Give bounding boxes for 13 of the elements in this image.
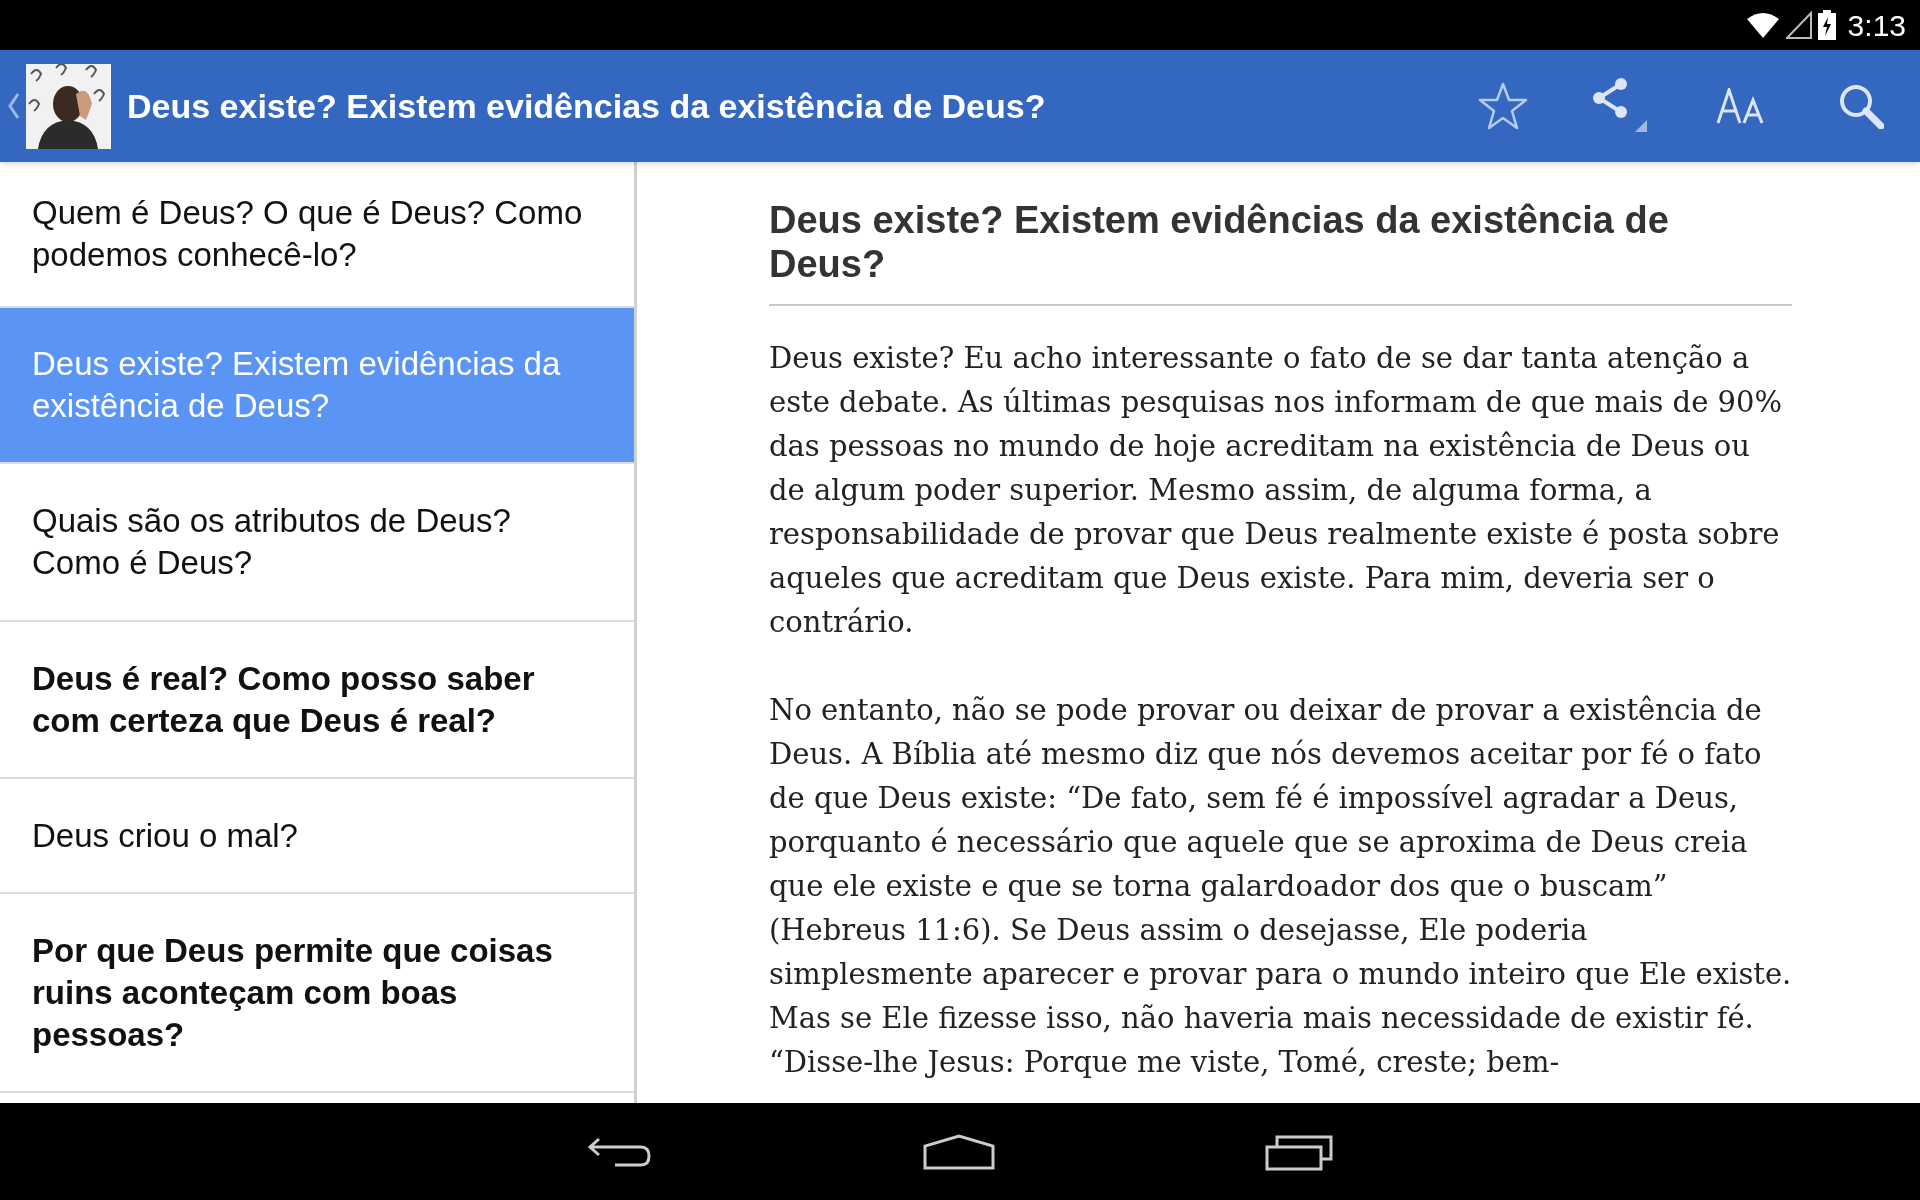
text-size-icon	[1716, 88, 1766, 124]
back-chevron-icon	[8, 92, 20, 120]
app-title: Deus existe? Existem evidências da existência de Deus?	[127, 85, 1047, 127]
search-icon	[1838, 83, 1884, 129]
signal-icon	[1785, 11, 1812, 39]
clock-time: 3:13	[1847, 7, 1906, 44]
home-icon	[923, 1133, 995, 1170]
article-heading: Deus existe? Existem evidências da existência de Deus?	[769, 198, 1670, 286]
article-paragraph: Deus existe? Eu acho interessante o fato de se dar tanta atenção a este debate. As últimas pesquisas nos informam de que mais de 90% das pessoas no mundo de hoje acreditam na existência de Deus ou de algum poder superior. Mesmo assim, de alguma forma, a responsabilidade de provar que Deus realmente existe é posta sobre aqueles que acreditam que Deus existe. Para mim, deveria ser o contrário.	[769, 340, 1783, 641]
wifi-icon	[1745, 11, 1780, 39]
star-icon	[1478, 82, 1528, 130]
battery-icon	[1817, 10, 1836, 40]
article-paragraph: No entanto, não se pode provar ou deixar de provar a existência de Deus. A Bíblia até mesmo diz que nós devemos aceitar por fé o fato de que Deus existe: “De fato, sem fé é impossível agradar a Deus, porquanto é necessário que aquele que se aproxima de Deus creia que ele existe e que se torna galardoador dos que o buscam” (Hebreus 11:6). Se Deus assim o desejasse, Ele poderia simplesmente aparecer e provar para o mundo inteiro que Ele existe. Mas se Ele fizesse isso, não haveria mais necessidade de existir fé. “Disse-lhe Jesus: Porque me viste, Tomé, creste; bem-	[769, 692, 1792, 1081]
